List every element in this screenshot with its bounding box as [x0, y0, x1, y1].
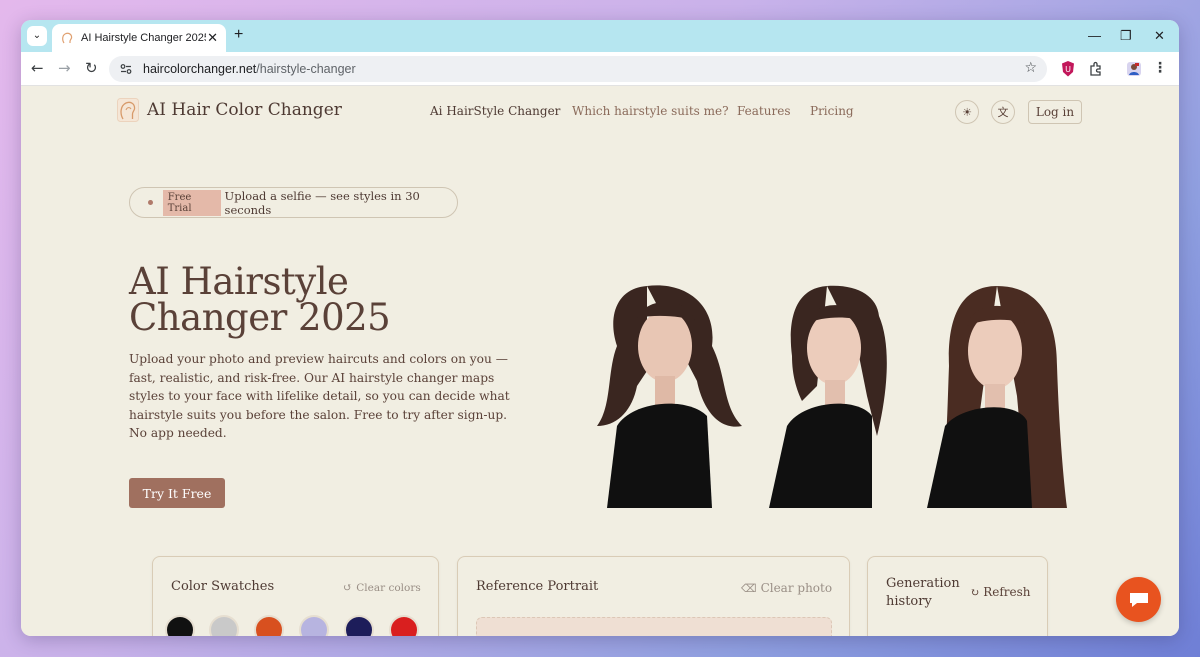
clear-photo-button[interactable]: ⌫ Clear photo	[741, 581, 832, 595]
tab-title: AI Hairstyle Changer 2025 | Free	[81, 32, 206, 44]
hero-title: AI Hairstyle Changer 2025	[129, 263, 489, 339]
refresh-icon: ↻	[970, 585, 980, 599]
web-page: AI Hair Color Changer Ai HairStyle Chang…	[21, 86, 1179, 636]
browser-toolbar: ← → ↻ haircolorchanger.net/hairstyle-cha…	[21, 52, 1179, 86]
nav-features[interactable]: Features	[737, 104, 790, 118]
tab-strip: ⌄ AI Hairstyle Changer 2025 | Free ✕ + —…	[21, 20, 1179, 52]
theme-toggle-sun-icon[interactable]: ☀	[955, 100, 979, 124]
browser-menu-icon[interactable]: ⋮	[1153, 60, 1167, 76]
portrait-long-straight	[927, 286, 1067, 508]
nav-pricing[interactable]: Pricing	[810, 104, 854, 118]
nav-which-hairstyle[interactable]: Which hairstyle suits me?	[572, 104, 729, 118]
generation-history-card: Generation history ↻ Refresh	[867, 556, 1048, 636]
clear-colors-label: Clear colors	[356, 581, 421, 594]
pill-text: Upload a selfie — see styles in 30 secon…	[224, 188, 420, 217]
restore-icon[interactable]: ❐	[1120, 28, 1132, 44]
refresh-label: Refresh	[983, 585, 1031, 599]
eraser-icon: ⌫	[741, 581, 757, 595]
shield-extension-icon[interactable]: U	[1060, 60, 1076, 78]
swatch-silver[interactable]	[209, 615, 239, 636]
clear-colors-button[interactable]: ↺ Clear colors	[343, 581, 421, 594]
clear-photo-label: Clear photo	[760, 581, 833, 595]
profile-avatar-icon[interactable]	[1126, 60, 1142, 78]
minimize-icon[interactable]: —	[1088, 28, 1101, 43]
new-tab-button[interactable]: +	[234, 26, 243, 44]
refresh-button[interactable]: ↻ Refresh	[970, 585, 1031, 599]
swatch-red[interactable]	[389, 615, 419, 636]
address-bar[interactable]: haircolorchanger.net/hairstyle-changer ☆	[109, 56, 1047, 82]
generation-history-title: Generation history	[886, 575, 960, 611]
portrait-upload-area[interactable]	[476, 617, 832, 636]
head-favicon-icon	[62, 32, 73, 44]
free-trial-badge: Free Trial	[162, 189, 221, 216]
svg-text:U: U	[1065, 65, 1071, 74]
hairstyle-portraits-image	[597, 285, 1067, 508]
forward-arrow-icon[interactable]: →	[58, 59, 71, 77]
chat-bubble-icon	[1129, 592, 1148, 607]
free-trial-pill: Free Trial Upload a selfie — see styles …	[129, 187, 458, 218]
hero-description: Upload your photo and preview haircuts a…	[129, 352, 510, 440]
swatch-black[interactable]	[165, 615, 195, 636]
url-host: haircolorchanger.net	[143, 62, 257, 76]
history-title-line2: history	[886, 594, 932, 609]
url-text: haircolorchanger.net/hairstyle-changer	[143, 62, 356, 76]
swatch-navy[interactable]	[344, 615, 374, 636]
color-swatches-title: Color Swatches	[171, 579, 275, 594]
language-translate-icon[interactable]: 文	[991, 100, 1015, 124]
reset-icon: ↺	[343, 581, 353, 594]
chat-button[interactable]	[1116, 577, 1161, 622]
pill-dot	[148, 200, 153, 205]
browser-window: ⌄ AI Hairstyle Changer 2025 | Free ✕ + —…	[21, 20, 1179, 636]
site-info-icon[interactable]	[119, 62, 133, 76]
hero-title-line2: Changer 2025	[129, 296, 391, 339]
back-arrow-icon[interactable]: ←	[31, 59, 44, 77]
puzzle-extensions-icon[interactable]	[1088, 60, 1104, 78]
reference-portrait-title: Reference Portrait	[476, 579, 599, 594]
browser-tab[interactable]: AI Hairstyle Changer 2025 | Free ✕	[52, 24, 226, 52]
close-window-icon[interactable]: ✕	[1154, 28, 1165, 44]
portrait-wavy-shag	[597, 285, 742, 508]
tab-search-button[interactable]: ⌄	[27, 26, 47, 46]
brand-name: AI Hair Color Changer	[147, 100, 342, 120]
tab-close-icon[interactable]: ✕	[207, 32, 218, 45]
bookmark-star-icon[interactable]: ☆	[1024, 60, 1037, 76]
portrait-ponytail	[769, 285, 887, 508]
history-title-line1: Generation	[886, 576, 960, 591]
color-swatches-card: Color Swatches ↺ Clear colors	[152, 556, 439, 636]
brand[interactable]: AI Hair Color Changer	[117, 98, 342, 122]
reload-icon[interactable]: ↻	[85, 59, 98, 77]
swatch-copper[interactable]	[254, 615, 284, 636]
reference-portrait-card: Reference Portrait ⌫ Clear photo	[457, 556, 850, 636]
head-silhouette-icon	[117, 98, 139, 122]
nav-hairstyle-changer[interactable]: Ai HairStyle Changer	[430, 104, 560, 118]
swatch-lavender[interactable]	[299, 615, 329, 636]
try-it-free-button[interactable]: Try It Free	[129, 478, 225, 508]
login-button[interactable]: Log in	[1028, 100, 1082, 124]
url-path: /hairstyle-changer	[256, 62, 356, 76]
